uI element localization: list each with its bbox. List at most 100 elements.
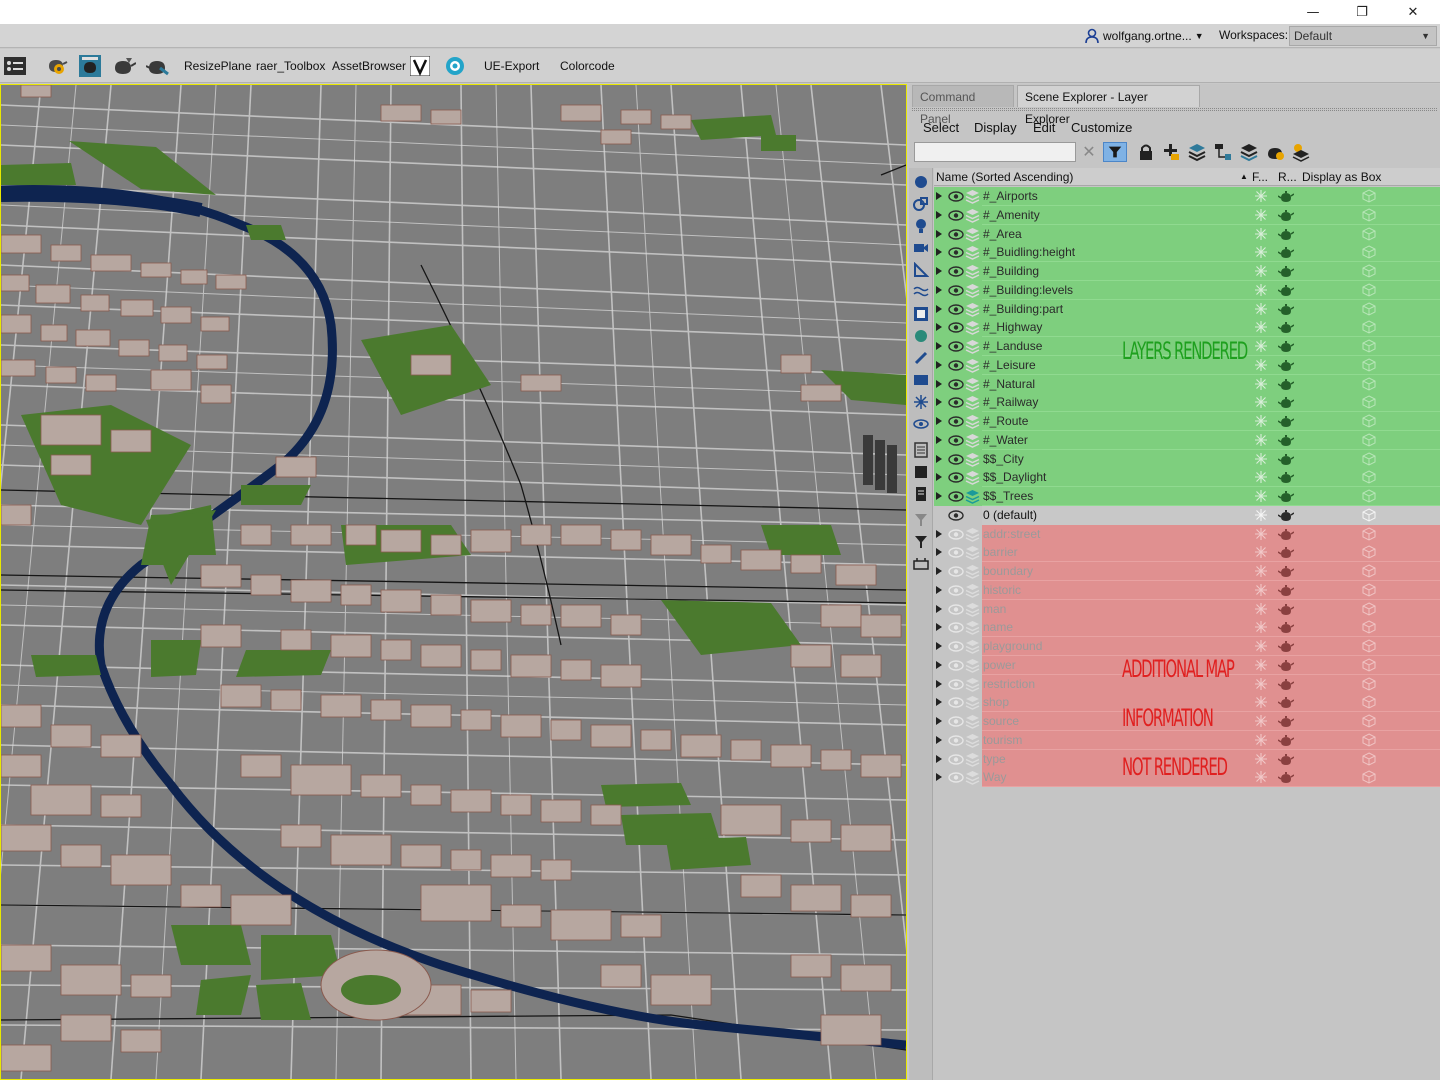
- visibility-eye-icon[interactable]: [948, 640, 964, 653]
- layer-row-rendered[interactable]: #_Amenity: [934, 205, 1440, 225]
- render-frame-icon[interactable]: [78, 54, 102, 78]
- expand-arrow-icon[interactable]: [936, 248, 942, 257]
- freeze-icon[interactable]: [1254, 508, 1268, 522]
- expand-arrow-icon[interactable]: [936, 398, 942, 407]
- expand-arrow-icon[interactable]: [936, 435, 942, 444]
- teapot-settings-icon[interactable]: [44, 54, 68, 78]
- user-account-button[interactable]: wolfgang.ortne... ▼: [1084, 26, 1212, 46]
- visibility-eye-icon[interactable]: [948, 621, 964, 634]
- tab-scene-explorer[interactable]: Scene Explorer - Layer Explorer: [1017, 85, 1200, 126]
- render-teapot-icon[interactable]: [1278, 190, 1294, 203]
- visibility-eye-icon[interactable]: [948, 565, 964, 578]
- menu-customize[interactable]: Customize: [1071, 120, 1132, 135]
- freeze-icon[interactable]: [1254, 527, 1268, 541]
- layer-row-not-rendered[interactable]: boundary: [934, 562, 1440, 581]
- display-box-icon[interactable]: [1362, 320, 1376, 334]
- freeze-icon[interactable]: [1254, 677, 1268, 691]
- column-render[interactable]: R...: [1278, 170, 1297, 184]
- freeze-icon[interactable]: [1254, 545, 1268, 559]
- freeze-icon[interactable]: [1254, 227, 1268, 241]
- render-teapot-icon[interactable]: [1278, 471, 1294, 484]
- layer-properties-icon[interactable]: [1291, 142, 1311, 162]
- freeze-icon[interactable]: [1254, 639, 1268, 653]
- render-teapot-icon[interactable]: [1278, 734, 1294, 747]
- display-box-icon[interactable]: [1362, 283, 1376, 297]
- display-box-icon[interactable]: [1362, 489, 1376, 503]
- display-box-icon[interactable]: [1362, 414, 1376, 428]
- visibility-eye-icon[interactable]: [948, 490, 964, 503]
- bones-filter-icon[interactable]: [913, 350, 929, 366]
- layer-row-rendered[interactable]: #_Natural: [934, 374, 1440, 394]
- geometry-filter-icon[interactable]: [913, 174, 929, 190]
- layer-row-rendered[interactable]: #_Water: [934, 430, 1440, 450]
- expand-arrow-icon[interactable]: [936, 604, 942, 613]
- freeze-icon[interactable]: [1254, 714, 1268, 728]
- lock-icon[interactable]: [1136, 142, 1156, 162]
- freeze-icon[interactable]: [1254, 770, 1268, 784]
- render-teapot-icon[interactable]: [1278, 453, 1294, 466]
- layer-row-rendered[interactable]: #_Railway: [934, 393, 1440, 413]
- visibility-eye-icon[interactable]: [948, 246, 964, 259]
- expand-arrow-icon[interactable]: [936, 285, 942, 294]
- layer-row-not-rendered[interactable]: name: [934, 618, 1440, 638]
- expand-arrow-icon[interactable]: [936, 417, 942, 425]
- layer-search-input[interactable]: [914, 142, 1076, 162]
- visibility-eye-icon[interactable]: [948, 284, 964, 297]
- visibility-eye-icon[interactable]: [948, 546, 964, 559]
- list-icon[interactable]: [913, 442, 929, 458]
- display-box-icon[interactable]: [1362, 395, 1376, 409]
- display-box-icon[interactable]: [1362, 470, 1376, 484]
- expand-arrow-icon[interactable]: [936, 379, 942, 388]
- xrefs-filter-icon[interactable]: [913, 328, 929, 344]
- filter-small-icon[interactable]: [913, 512, 929, 528]
- layer-row-rendered[interactable]: #_Building:levels: [934, 280, 1440, 300]
- freeze-icon[interactable]: [1254, 302, 1268, 316]
- toolbar-resizeplane[interactable]: ResizePlane: [184, 59, 251, 73]
- display-box-icon[interactable]: [1362, 226, 1376, 241]
- display-box-icon[interactable]: [1362, 733, 1376, 747]
- freeze-icon[interactable]: [1254, 470, 1268, 484]
- display-box-icon[interactable]: [1362, 339, 1376, 353]
- toolbar-ue-export[interactable]: UE-Export: [484, 59, 539, 73]
- visibility-eye-icon[interactable]: [948, 678, 964, 691]
- render-teapot-icon[interactable]: [1278, 678, 1294, 691]
- visibility-eye-icon[interactable]: [948, 471, 964, 484]
- expand-arrow-icon[interactable]: [936, 267, 942, 275]
- column-frozen[interactable]: F...: [1252, 170, 1268, 184]
- expand-arrow-icon[interactable]: [936, 492, 942, 500]
- render-teapot-icon[interactable]: [1278, 321, 1294, 334]
- invert-selection-icon[interactable]: [913, 486, 929, 502]
- cameras-filter-icon[interactable]: [913, 240, 929, 256]
- render-teapot-icon[interactable]: [1278, 209, 1294, 222]
- expand-arrow-icon[interactable]: [936, 192, 942, 200]
- display-box-icon[interactable]: [1362, 620, 1376, 634]
- expand-arrow-icon[interactable]: [936, 304, 942, 313]
- visibility-eye-icon[interactable]: [948, 359, 964, 372]
- render-teapot-icon[interactable]: [1278, 340, 1294, 353]
- render-teapot-icon[interactable]: [1278, 396, 1294, 409]
- freeze-icon[interactable]: [1254, 358, 1268, 372]
- render-teapot-icon[interactable]: [1278, 546, 1294, 559]
- display-box-icon[interactable]: [1362, 695, 1376, 709]
- render-teapot-icon[interactable]: [1278, 771, 1294, 784]
- expand-arrow-icon[interactable]: [936, 210, 942, 219]
- layer-row-rendered[interactable]: $$_Trees: [934, 487, 1440, 506]
- display-box-icon[interactable]: [1362, 451, 1376, 466]
- display-box-icon[interactable]: [1362, 376, 1376, 391]
- shapes-filter-icon[interactable]: [913, 196, 929, 212]
- toolbar-assetbrowser[interactable]: AssetBrowser: [332, 59, 406, 73]
- expand-arrow-icon[interactable]: [936, 717, 942, 725]
- layer-row-not-rendered[interactable]: addr:street: [934, 524, 1440, 544]
- display-box-icon[interactable]: [1362, 358, 1376, 372]
- render-teapot-icon[interactable]: [1278, 621, 1294, 634]
- column-name[interactable]: Name (Sorted Ascending): [936, 170, 1073, 184]
- render-teapot-icon[interactable]: [1278, 603, 1294, 616]
- render-teapot-icon[interactable]: [1278, 415, 1294, 428]
- display-box-icon[interactable]: [1362, 639, 1376, 653]
- layer-row-rendered[interactable]: #_Building: [934, 262, 1440, 281]
- freeze-icon[interactable]: [1254, 339, 1268, 353]
- render-icon[interactable]: [146, 54, 170, 78]
- visibility-eye-icon[interactable]: [948, 753, 964, 766]
- freeze-icon[interactable]: [1254, 245, 1268, 259]
- display-box-icon[interactable]: [1362, 208, 1376, 222]
